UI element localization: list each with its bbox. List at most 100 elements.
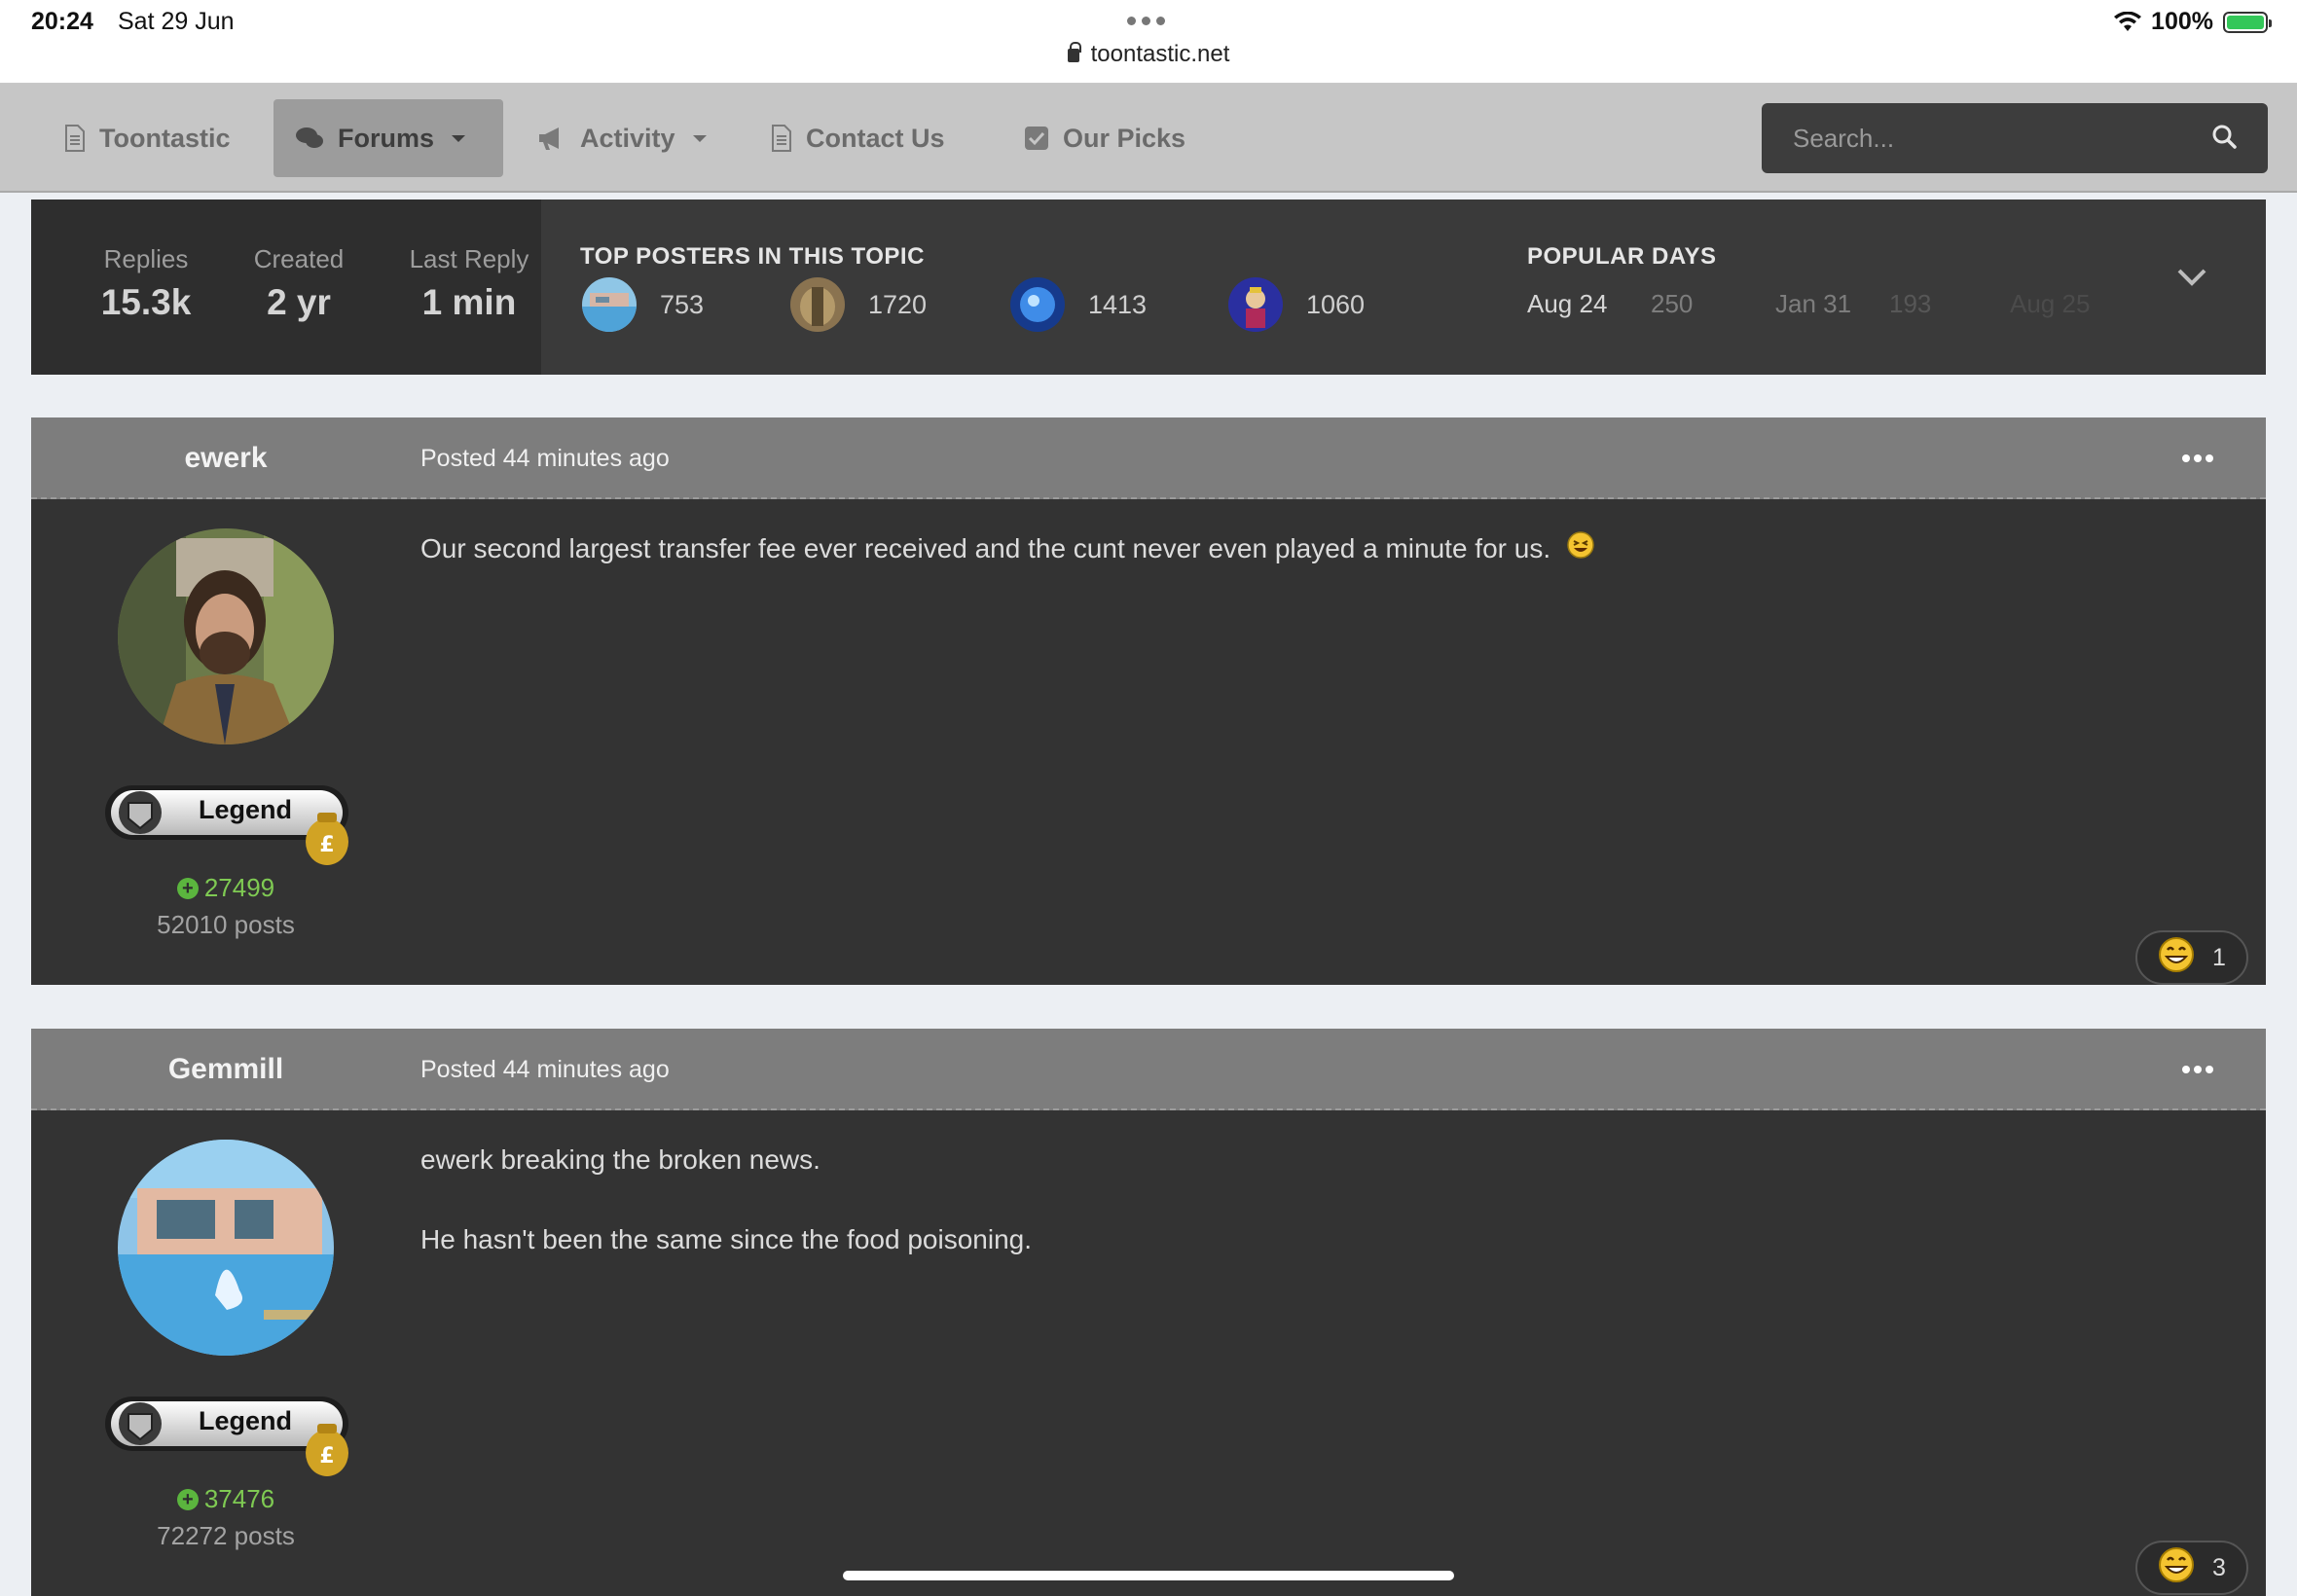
popular-day-count: 193 (1889, 289, 1932, 318)
nav-label: Toontastic (99, 123, 231, 153)
wifi-icon (2114, 11, 2142, 33)
post-paragraph: ewerk breaking the broken news. (420, 1144, 820, 1175)
browser-status-bar: 20:24 Sat 29 Jun toontastic.net 100% (0, 0, 2297, 84)
poster-count: 753 (660, 289, 705, 319)
topic-stats-panel: Replies 15.3k Created 2 yr Last Reply 1 … (31, 200, 2266, 375)
post-header: ewerk Posted 44 minutes ago (31, 417, 2266, 499)
chevron-down-icon (692, 134, 707, 142)
last-reply-label: Last Reply (409, 244, 529, 273)
search-box (1762, 103, 2268, 173)
post-count: 72272 posts (157, 1521, 295, 1550)
avatar (1010, 277, 1065, 332)
battery-percent: 100% (2151, 8, 2213, 35)
more-options-icon[interactable] (2182, 454, 2213, 462)
author-name[interactable]: ewerk (31, 417, 420, 499)
reputation-value: 37476 (203, 1484, 275, 1513)
avatar[interactable] (118, 1140, 334, 1356)
multitasking-dots-icon[interactable] (1127, 17, 1165, 25)
more-options-icon[interactable] (2182, 1066, 2213, 1073)
post-paragraph: He hasn't been the same since the food p… (420, 1224, 1032, 1254)
top-posters-title: TOP POSTERS IN THIS TOPIC (580, 243, 925, 270)
reaction-button[interactable]: 1 (2135, 930, 2248, 985)
post-paragraph: Our second largest transfer fee ever rec… (420, 533, 1551, 563)
top-poster[interactable]: 1413 (1010, 277, 1147, 332)
search-icon[interactable] (2211, 124, 2237, 154)
popular-day[interactable]: Aug 24 (1527, 289, 1607, 319)
topic-counts: Replies 15.3k Created 2 yr Last Reply 1 … (31, 200, 541, 375)
svg-text:£: £ (319, 833, 334, 857)
chat-bubbles-icon (295, 126, 324, 151)
last-reply-value: 1 min (421, 282, 517, 322)
created-stat: Created 2 yr (211, 244, 386, 323)
poster-count: 1060 (1306, 289, 1366, 319)
popular-days-title: POPULAR DAYS (1527, 243, 1717, 270)
reaction-button[interactable]: 3 (2135, 1541, 2248, 1595)
document-icon (771, 125, 792, 152)
reputation[interactable]: +27499 (31, 873, 420, 903)
nav-toontastic[interactable]: Toontastic (43, 99, 252, 177)
grin-emoji-icon (2158, 1546, 2195, 1590)
top-poster[interactable]: 753 (582, 277, 704, 332)
search-input[interactable] (1793, 123, 2211, 154)
avatar (790, 277, 845, 332)
poster-count: 1720 (868, 289, 928, 319)
reputation-value: 27499 (203, 873, 275, 902)
chevron-down-icon[interactable] (2176, 268, 2207, 292)
replies-value: 15.3k (100, 282, 192, 322)
replies-label: Replies (103, 244, 189, 273)
clock: 20:24 (31, 8, 93, 35)
created-label: Created (253, 244, 345, 273)
rank-label: Legend (198, 1406, 292, 1435)
forum-post: Gemmill Posted 44 minutes ago £ Legend +… (31, 1029, 2266, 1596)
author-name[interactable]: Gemmill (31, 1029, 420, 1110)
post-header: Gemmill Posted 44 minutes ago (31, 1029, 2266, 1110)
top-poster[interactable]: 1720 (790, 277, 927, 332)
post-timestamp[interactable]: Posted 44 minutes ago (420, 417, 670, 499)
nav-label: Forums (338, 123, 435, 153)
post-count: 52010 posts (157, 910, 295, 939)
url-text: toontastic.net (1090, 41, 1230, 67)
plus-circle-icon: + (176, 878, 199, 899)
avatar (582, 277, 637, 332)
document-icon (64, 125, 86, 152)
laughing-emoji-icon (1566, 530, 1595, 571)
reaction-count: 1 (2212, 943, 2226, 971)
nav-forums[interactable]: Forums (273, 99, 503, 177)
status-indicators: 100% (2114, 8, 2272, 36)
grin-emoji-icon (2158, 936, 2195, 980)
plus-circle-icon: + (176, 1489, 199, 1510)
battery-icon (2223, 11, 2272, 33)
post-content: Our second largest transfer fee ever rec… (420, 528, 2188, 610)
home-indicator[interactable] (843, 1571, 1454, 1580)
reaction-count: 3 (2212, 1553, 2226, 1581)
nav-our-picks[interactable]: Our Picks (1003, 99, 1207, 177)
chevron-down-icon (452, 134, 466, 142)
last-reply-stat: Last Reply 1 min (372, 244, 566, 323)
forum-post: ewerk Posted 44 minutes ago £ Legend + 2… (31, 417, 2266, 985)
nav-label: Contact Us (806, 123, 945, 153)
popular-day-count: 250 (1651, 289, 1694, 318)
poster-count: 1413 (1088, 289, 1148, 319)
rank-badge: £ Legend (101, 1393, 383, 1482)
post-content: ewerk breaking the broken news. He hasn'… (420, 1140, 2188, 1299)
megaphone-icon (537, 126, 566, 151)
nav-label: Our Picks (1063, 123, 1186, 153)
address-bar[interactable]: toontastic.net (0, 41, 2297, 68)
popular-day[interactable]: Aug 25 (2010, 289, 2090, 319)
popular-day[interactable]: Jan 31 (1775, 289, 1851, 319)
replies-stat: Replies 15.3k (58, 244, 234, 323)
checkbox-icon (1024, 126, 1049, 151)
top-poster[interactable]: 1060 (1228, 277, 1365, 332)
avatar (1228, 277, 1283, 332)
created-value: 2 yr (267, 282, 331, 322)
nav-activity[interactable]: Activity (516, 99, 728, 177)
post-timestamp[interactable]: Posted 44 minutes ago (420, 1029, 670, 1110)
lock-icon (1067, 42, 1081, 62)
avatar[interactable] (118, 528, 334, 744)
svg-text:£: £ (319, 1444, 334, 1469)
nav-label: Activity (580, 123, 675, 153)
rank-badge: £ Legend (101, 781, 383, 871)
reputation[interactable]: +37476 (31, 1484, 420, 1514)
nav-contact-us[interactable]: Contact Us (749, 99, 966, 177)
site-nav: Toontastic Forums Activity Contact Us Ou… (0, 84, 2297, 193)
